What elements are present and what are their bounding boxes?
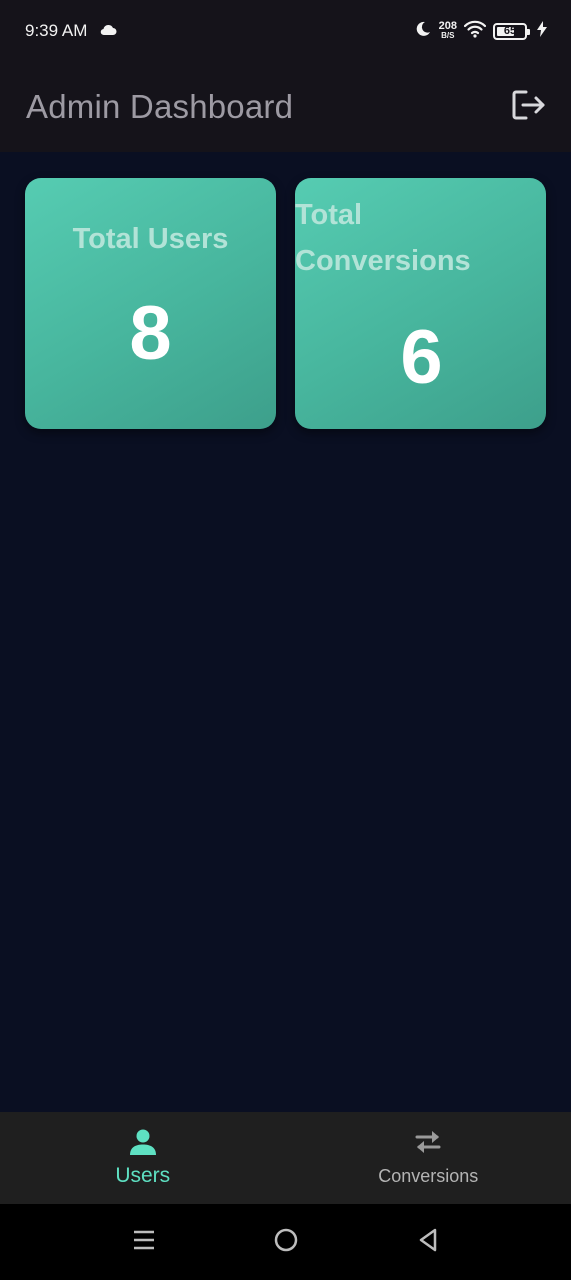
status-right: 208 B/S 65 [414, 20, 547, 43]
wifi-icon [463, 20, 487, 43]
swap-arrows-icon [413, 1126, 443, 1158]
page-title: Admin Dashboard [26, 88, 294, 125]
logout-icon [512, 90, 546, 125]
home-button[interactable] [273, 1227, 299, 1258]
network-speed-unit: B/S [441, 31, 455, 40]
total-conversions-label: Total Conversions [295, 199, 471, 277]
logout-button[interactable] [509, 87, 549, 127]
moon-icon [414, 20, 432, 43]
back-button[interactable] [415, 1227, 441, 1258]
total-conversions-card[interactable]: Total Conversions 6 [295, 178, 546, 429]
system-navigation-bar [0, 1204, 571, 1280]
network-speed-value: 208 [438, 20, 457, 32]
status-bar: 9:39 AM 208 B/S 65 [0, 0, 571, 62]
charging-bolt-icon [537, 20, 547, 42]
nav-item-users[interactable]: Users [0, 1112, 286, 1204]
total-users-value: 8 [129, 291, 172, 376]
status-time: 9:39 AM [25, 21, 88, 40]
total-users-label: Total Users [72, 223, 229, 255]
bottom-navigation: Users Conversions [0, 1112, 571, 1204]
menu-icon [132, 1228, 156, 1257]
app-bar: Admin Dashboard [0, 62, 571, 152]
nav-label-conversions: Conversions [378, 1166, 479, 1186]
back-triangle-icon [417, 1227, 439, 1258]
nav-label-users: Users [115, 1164, 171, 1187]
stats-cards: Total Users 8 Total Conversions 6 [25, 178, 546, 429]
home-circle-icon [273, 1227, 299, 1258]
total-conversions-value: 6 [400, 315, 443, 400]
cloud-icon [99, 21, 117, 41]
battery-icon: 65 [493, 22, 530, 40]
status-left: 9:39 AM [25, 21, 117, 41]
network-speed: 208 B/S [438, 20, 457, 41]
nav-item-conversions[interactable]: Conversions [286, 1112, 571, 1204]
battery-level: 65 [503, 25, 517, 37]
person-icon [128, 1126, 158, 1158]
recents-button[interactable] [131, 1229, 157, 1255]
total-users-card[interactable]: Total Users 8 [25, 178, 276, 429]
